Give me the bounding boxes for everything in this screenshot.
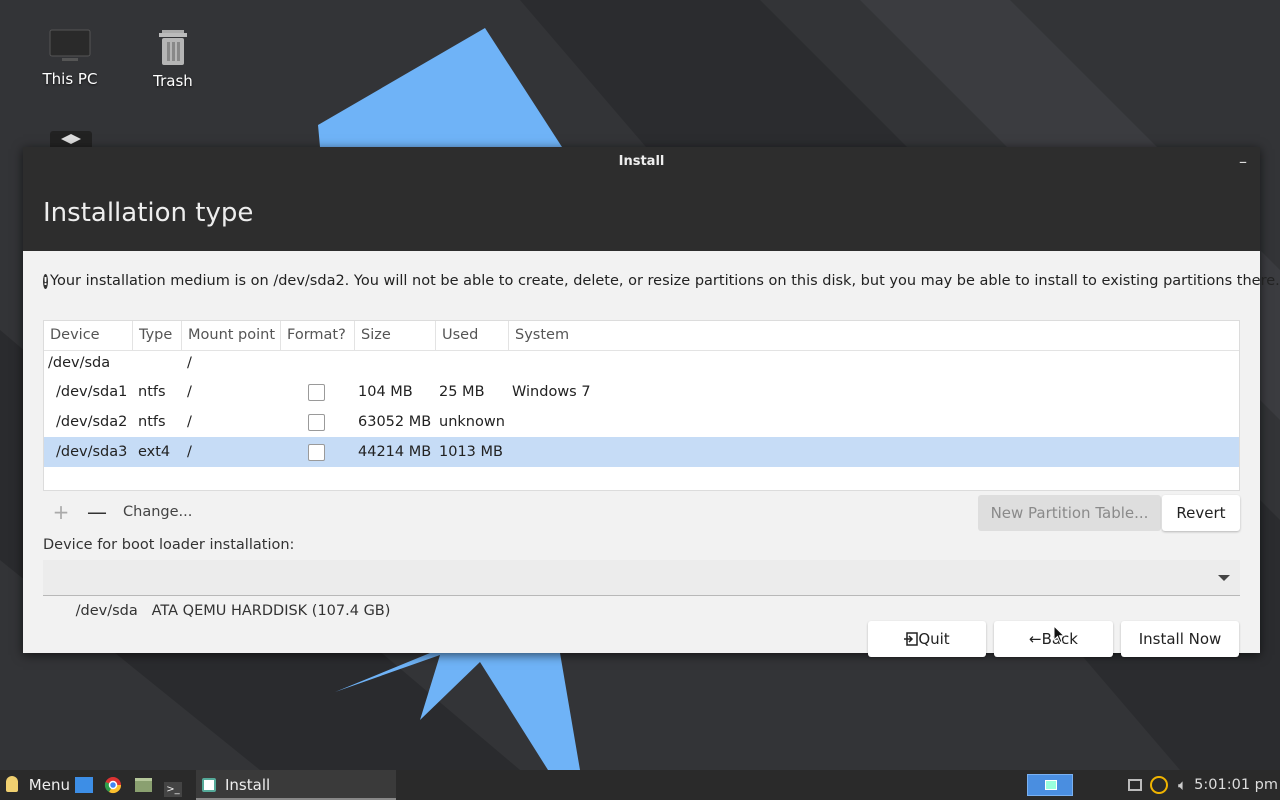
network-icon	[1128, 779, 1142, 791]
start-menu-button[interactable]: Menu	[6, 770, 70, 800]
taskbar-task-install[interactable]: Install	[196, 770, 396, 800]
menu-label: Menu	[28, 776, 70, 794]
cell-mount: /	[187, 444, 192, 460]
desktop-icon-label: Trash	[153, 72, 193, 90]
quit-button[interactable]: Quit	[868, 621, 986, 657]
table-row[interactable]: /dev/sda /	[44, 351, 1239, 377]
column-header-size[interactable]: Size	[355, 321, 436, 350]
trash-icon	[159, 30, 187, 65]
notice-text: Your installation medium is on /dev/sda2…	[50, 273, 1280, 289]
clock[interactable]: 5:01:01 pm	[1194, 770, 1278, 800]
column-header-mount-point[interactable]: Mount point	[182, 321, 281, 350]
cell-used: unknown	[439, 414, 505, 430]
tray-update[interactable]	[1150, 770, 1168, 800]
cell-mount: /	[187, 384, 192, 400]
cell-system	[512, 437, 1239, 467]
taskbar: Menu >_ Install 🔈︎ 5:01:01 pm	[0, 770, 1280, 800]
quit-label: Quit	[918, 630, 950, 648]
tray-network[interactable]	[1128, 770, 1142, 800]
update-manager-icon	[1150, 776, 1168, 794]
cell-used: 1013 MB	[439, 444, 503, 460]
launcher-terminal[interactable]: >_	[164, 770, 182, 800]
table-header: Device Type Mount point Format? Size Use…	[44, 321, 1239, 351]
format-checkbox[interactable]	[308, 414, 325, 431]
volume-icon: 🔈︎	[1178, 776, 1188, 794]
partition-table[interactable]: Device Type Mount point Format? Size Use…	[43, 320, 1240, 491]
desktop-icon-label: This PC	[42, 70, 98, 88]
window-content: ! Your installation medium is on /dev/sd…	[23, 271, 1280, 657]
cell-type	[133, 351, 181, 377]
info-icon: !	[43, 273, 49, 289]
partition-toolbar: + — Change... New Partition Table... Rev…	[43, 495, 1240, 531]
cell-device: /dev/sda2	[56, 414, 128, 430]
bootloader-device-select[interactable]: /dev/sda ATA QEMU HARDDISK (107.4 GB)	[43, 560, 1240, 619]
table-row[interactable]: /dev/sda2 ntfs / 63052 MB unknown	[44, 407, 1239, 437]
installer-icon	[202, 778, 216, 792]
cell-type: ext4	[138, 444, 171, 460]
cell-type: ntfs	[138, 384, 166, 400]
bootloader-device-value: /dev/sda ATA QEMU HARDDISK (107.4 GB)	[75, 603, 391, 619]
cell-mount: /	[187, 414, 192, 430]
computer-icon	[49, 29, 91, 61]
package-icon	[61, 134, 81, 144]
window-titlebar[interactable]: Install –	[23, 147, 1260, 177]
table-row-selected[interactable]: /dev/sda3 ext4 / 44214 MB 1013 MB	[44, 437, 1239, 467]
installer-window: Install – Installation type ! Your insta…	[23, 147, 1280, 657]
cell-size: 44214 MB	[358, 444, 432, 460]
launcher-chrome[interactable]	[104, 770, 122, 800]
launcher-files[interactable]	[135, 770, 152, 800]
column-header-type[interactable]: Type	[133, 321, 182, 350]
cell-device: /dev/sda1	[56, 384, 128, 400]
cell-system	[512, 407, 1239, 437]
task-label: Install	[225, 776, 271, 794]
chrome-icon	[104, 777, 122, 794]
add-partition-button[interactable]: +	[49, 495, 73, 531]
quit-icon	[904, 632, 919, 646]
workspace-switcher[interactable]	[1027, 774, 1073, 796]
bootloader-label: Device for boot loader installation:	[43, 537, 295, 553]
remove-partition-button[interactable]: —	[85, 495, 109, 531]
column-header-system[interactable]: System	[509, 321, 1239, 350]
cell-device: /dev/sda3	[56, 444, 128, 460]
revert-button[interactable]: Revert	[1162, 495, 1240, 531]
column-header-format[interactable]: Format?	[281, 321, 355, 350]
install-now-button[interactable]: Install Now	[1121, 621, 1239, 657]
cell-device: /dev/sda	[48, 355, 111, 371]
cell-type: ntfs	[138, 414, 166, 430]
change-partition-button[interactable]: Change...	[123, 495, 192, 529]
window-title: Install	[618, 154, 665, 169]
launcher-desktop[interactable]	[75, 770, 93, 800]
terminal-icon: >_	[164, 782, 182, 797]
show-desktop-icon	[75, 777, 93, 793]
cell-mount: /	[187, 355, 192, 371]
arrow-left-icon: ←	[1029, 630, 1042, 648]
cell-format	[280, 377, 358, 407]
info-notice: ! Your installation medium is on /dev/sd…	[43, 271, 1280, 291]
dropdown-arrow-icon	[1218, 575, 1230, 581]
new-partition-table-button[interactable]: New Partition Table...	[978, 495, 1161, 531]
column-header-used[interactable]: Used	[436, 321, 509, 350]
cell-size: 104 MB	[358, 384, 413, 400]
workspace-window-icon	[1045, 780, 1057, 790]
cell-format	[280, 437, 358, 467]
cell-system: Windows 7	[512, 384, 591, 400]
column-header-device[interactable]: Device	[44, 321, 133, 350]
menu-logo-icon	[6, 776, 18, 792]
page-title: Installation type	[23, 176, 1260, 251]
format-checkbox[interactable]	[308, 444, 325, 461]
minimize-button[interactable]: –	[1236, 147, 1250, 177]
table-row[interactable]: /dev/sda1 ntfs / 104 MB 25 MB Windows 7	[44, 377, 1239, 407]
cell-size: 63052 MB	[358, 414, 432, 430]
cell-used: 25 MB	[439, 384, 485, 400]
folder-icon	[135, 778, 152, 792]
tray-volume[interactable]: 🔈︎	[1178, 770, 1187, 800]
format-checkbox[interactable]	[308, 384, 325, 401]
desktop-icon-this-pc[interactable]: This PC	[25, 28, 115, 88]
cell-format	[280, 407, 358, 437]
desktop-icon-trash[interactable]: Trash	[128, 26, 218, 90]
desktop-icon-partial[interactable]	[50, 131, 92, 147]
mouse-cursor-icon	[1053, 625, 1065, 644]
